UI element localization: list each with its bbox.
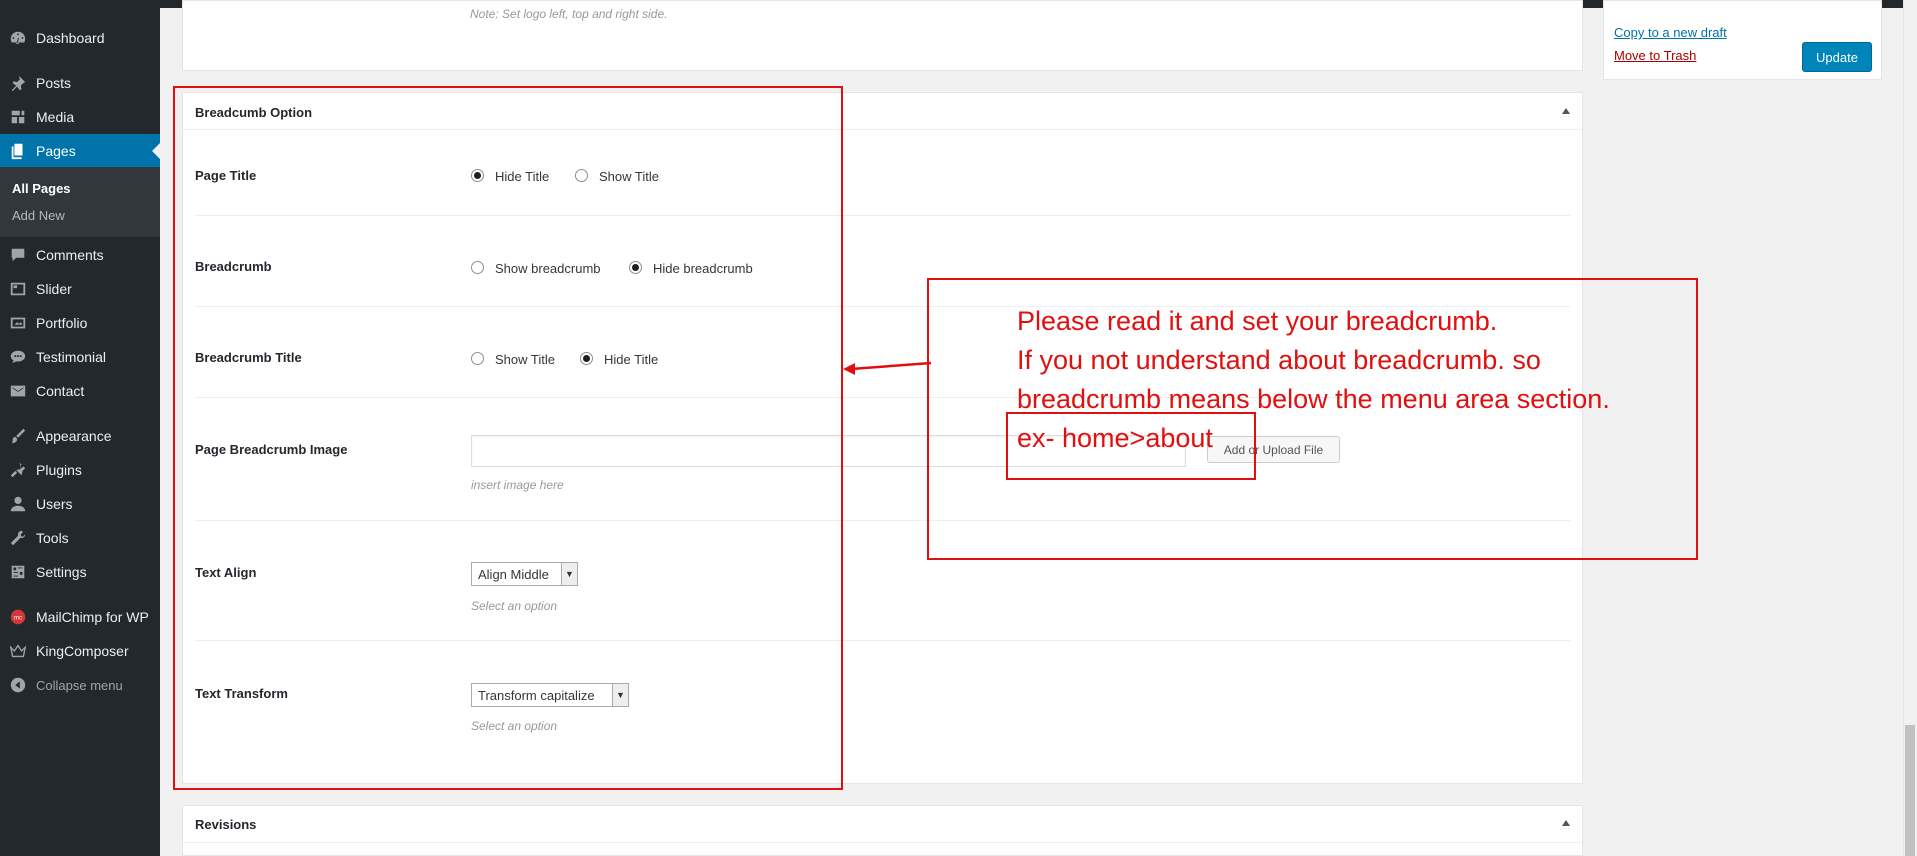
- sidebar-item-label: Plugins: [36, 462, 82, 478]
- sidebar-item-settings[interactable]: Settings: [0, 555, 160, 589]
- mail-icon: [8, 381, 28, 401]
- submenu-add-new[interactable]: Add New: [12, 208, 65, 223]
- sidebar-item-label: Testimonial: [36, 349, 107, 365]
- annotation-line: Please read it and set your breadcrumb.: [1017, 306, 1498, 336]
- media-icon: [8, 107, 28, 127]
- submenu-all-pages[interactable]: All Pages: [12, 181, 71, 196]
- active-indicator: [152, 143, 160, 159]
- collapse-label: Collapse menu: [36, 677, 123, 693]
- slider-icon: [8, 279, 28, 299]
- portfolio-icon: [8, 313, 28, 333]
- sidebar-item-comments[interactable]: Comments: [0, 238, 160, 272]
- sidebar-item-label: MailChimp for WP: [36, 609, 149, 625]
- sidebar-item-mailchimp[interactable]: mc MailChimp for WP: [0, 600, 160, 634]
- svg-text:mc: mc: [14, 615, 22, 622]
- annotation-line: breadcrumb means below the menu area sec…: [1017, 384, 1610, 414]
- comment-icon: [8, 245, 28, 265]
- revisions-box: Revisions: [182, 805, 1583, 856]
- pages-icon: [8, 141, 28, 161]
- testimonial-icon: [8, 347, 28, 367]
- sidebar-item-contact[interactable]: Contact: [0, 374, 160, 408]
- sidebar-item-label: Portfolio: [36, 315, 88, 331]
- plugin-icon: [8, 460, 28, 480]
- collapse-toggle-icon[interactable]: [1562, 820, 1570, 826]
- sidebar-item-pages[interactable]: Pages: [0, 134, 160, 168]
- sidebar-item-testimonial[interactable]: Testimonial: [0, 340, 160, 374]
- sidebar-item-plugins[interactable]: Plugins: [0, 453, 160, 487]
- crown-icon: [8, 641, 28, 661]
- publish-box: Copy to a new draft Move to Trash Update: [1603, 0, 1882, 80]
- sidebar-item-tools[interactable]: Tools: [0, 521, 160, 555]
- sidebar-item-dashboard[interactable]: Dashboard: [0, 21, 160, 55]
- logo-settings-box: Note: Set logo left, top and right side.: [182, 0, 1583, 71]
- sidebar-item-label: Appearance: [36, 428, 112, 444]
- admin-sidebar: Dashboard Posts Media Pages All Pages Ad…: [0, 0, 160, 856]
- user-icon: [8, 494, 28, 514]
- scrollbar-thumb[interactable]: [1905, 725, 1915, 856]
- pages-submenu: All Pages Add New: [0, 167, 160, 237]
- update-button[interactable]: Update: [1802, 42, 1872, 72]
- sidebar-item-users[interactable]: Users: [0, 487, 160, 521]
- pin-icon: [8, 73, 28, 93]
- annotation-line: If you not understand about breadcrumb. …: [1017, 345, 1541, 375]
- sidebar-item-label: Comments: [36, 247, 104, 263]
- sidebar-item-label: Media: [36, 109, 75, 125]
- divider: [183, 842, 1582, 843]
- sidebar-item-label: Contact: [36, 383, 85, 399]
- sidebar-item-label: Dashboard: [36, 30, 105, 46]
- sidebar-item-label: KingComposer: [36, 643, 129, 659]
- revisions-box-title: Revisions: [195, 817, 257, 832]
- collapse-toggle-icon[interactable]: [1562, 108, 1570, 114]
- sidebar-item-label: Posts: [36, 75, 72, 91]
- brush-icon: [8, 426, 28, 446]
- settings-icon: [8, 562, 28, 582]
- dashboard-icon: [8, 28, 28, 48]
- sidebar-item-slider[interactable]: Slider: [0, 272, 160, 306]
- sidebar-item-label: Tools: [36, 530, 69, 546]
- wrench-icon: [8, 528, 28, 548]
- sidebar-item-label: Users: [36, 496, 73, 512]
- sidebar-item-label: Pages: [36, 143, 76, 159]
- copy-to-draft-link[interactable]: Copy to a new draft: [1614, 25, 1727, 40]
- page-scrollbar[interactable]: [1903, 0, 1917, 856]
- logo-note: Note: Set logo left, top and right side.: [470, 7, 668, 21]
- annotation-line: ex- home>about: [1017, 423, 1213, 453]
- sidebar-item-appearance[interactable]: Appearance: [0, 419, 160, 453]
- annotation-arrow-icon: [843, 361, 932, 375]
- move-to-trash-link[interactable]: Move to Trash: [1614, 48, 1696, 63]
- annotation-highlight-box: [173, 86, 843, 790]
- sidebar-item-portfolio[interactable]: Portfolio: [0, 306, 160, 340]
- sidebar-item-media[interactable]: Media: [0, 100, 160, 134]
- collapse-menu-button[interactable]: Collapse menu: [0, 668, 160, 702]
- sidebar-item-kingcomposer[interactable]: KingComposer: [0, 634, 160, 668]
- sidebar-item-label: Slider: [36, 281, 72, 297]
- sidebar-item-posts[interactable]: Posts: [0, 66, 160, 100]
- collapse-icon: [8, 675, 28, 695]
- mailchimp-icon: mc: [8, 607, 28, 627]
- sidebar-item-label: Settings: [36, 564, 87, 580]
